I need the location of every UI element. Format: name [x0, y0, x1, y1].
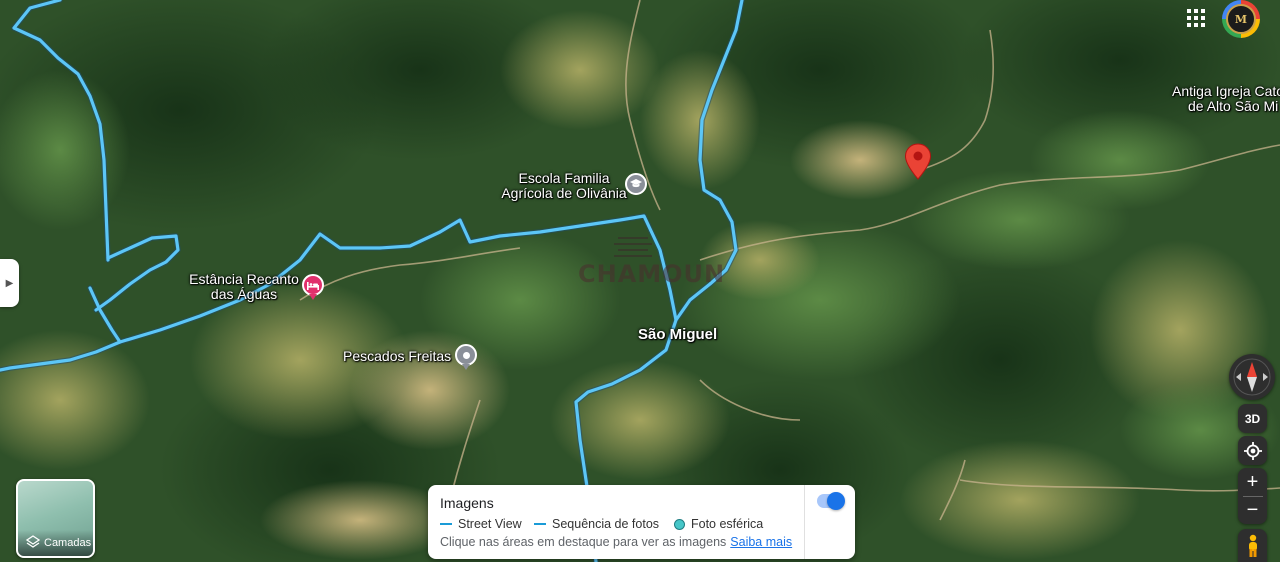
chevron-right-icon: ▶ — [5, 277, 14, 289]
hotel-pin-tail — [309, 294, 317, 300]
zoom-out-button[interactable]: − — [1247, 497, 1259, 524]
layers-icon — [26, 535, 40, 548]
my-location-icon[interactable] — [1238, 436, 1267, 465]
tilt-3d-button[interactable]: 3D — [1238, 404, 1267, 433]
legend-photo-sequence: Sequência de fotos — [534, 517, 659, 531]
apps-grid-icon[interactable] — [1187, 9, 1205, 27]
imagery-panel: Imagens Street View Sequência de fotos F… — [428, 485, 855, 559]
spherical-dot-icon — [674, 518, 685, 530]
location-pin-icon[interactable] — [455, 344, 477, 366]
hotel-icon[interactable] — [302, 274, 324, 296]
legend-street-view: Street View — [440, 517, 522, 531]
place-label-pescados[interactable]: Pescados Freitas — [343, 349, 451, 364]
watermark-logo: CHAMOUN — [578, 232, 726, 302]
imagery-hint: Clique nas áreas em destaque para ver as… — [440, 535, 792, 549]
layers-label: Camadas — [44, 537, 92, 549]
estancia-label-line2: das Águas — [210, 286, 278, 302]
solid-line-icon — [440, 523, 452, 525]
escola-label-line2: Agrícola de Olivânia — [501, 185, 627, 201]
place-label-estancia[interactable]: Estância Recanto das Águas — [180, 272, 308, 302]
selected-location-pin-icon[interactable] — [904, 143, 932, 181]
zoom-control: + − — [1238, 468, 1267, 524]
expand-side-panel-button[interactable]: ▶ — [0, 259, 19, 307]
pegman-icon[interactable] — [1238, 529, 1267, 562]
panel-divider — [804, 485, 805, 559]
learn-more-link[interactable]: Saiba mais — [730, 535, 792, 549]
imagery-toggle[interactable] — [817, 492, 845, 510]
place-label-igreja[interactable]: Antiga Igreja Cato de Alto São Mi — [1172, 84, 1280, 114]
igreja-label-line1: Antiga Igreja Cato — [1172, 83, 1280, 99]
watermark-text: CHAMOUN — [578, 260, 726, 288]
legend-spherical-photo-label: Foto esférica — [691, 517, 764, 531]
school-icon[interactable] — [625, 173, 647, 195]
legend-photo-sequence-label: Sequência de fotos — [552, 517, 660, 531]
dashed-line-icon — [534, 523, 546, 525]
escola-label-line1: Escola Familia — [518, 170, 610, 186]
igreja-label-line2: de Alto São Mi — [1188, 98, 1279, 114]
compass-icon[interactable] — [1229, 354, 1275, 400]
imagery-hint-text: Clique nas áreas em destaque para ver as… — [440, 535, 727, 549]
estancia-label-line1: Estância Recanto — [189, 271, 299, 287]
toggle-knob — [827, 492, 845, 510]
imagery-panel-title: Imagens — [440, 495, 494, 511]
layers-button[interactable]: Camadas — [16, 479, 95, 558]
place-label-sao-miguel[interactable]: São Miguel — [638, 327, 717, 342]
zoom-in-button[interactable]: + — [1247, 469, 1259, 496]
legend-street-view-label: Street View — [458, 517, 522, 531]
pescados-pin-tail — [462, 364, 470, 370]
place-label-escola[interactable]: Escola Familia Agrícola de Olivânia — [494, 171, 634, 201]
legend-spherical-photo: Foto esférica — [674, 517, 763, 531]
profile-avatar-icon[interactable]: M — [1222, 0, 1260, 38]
